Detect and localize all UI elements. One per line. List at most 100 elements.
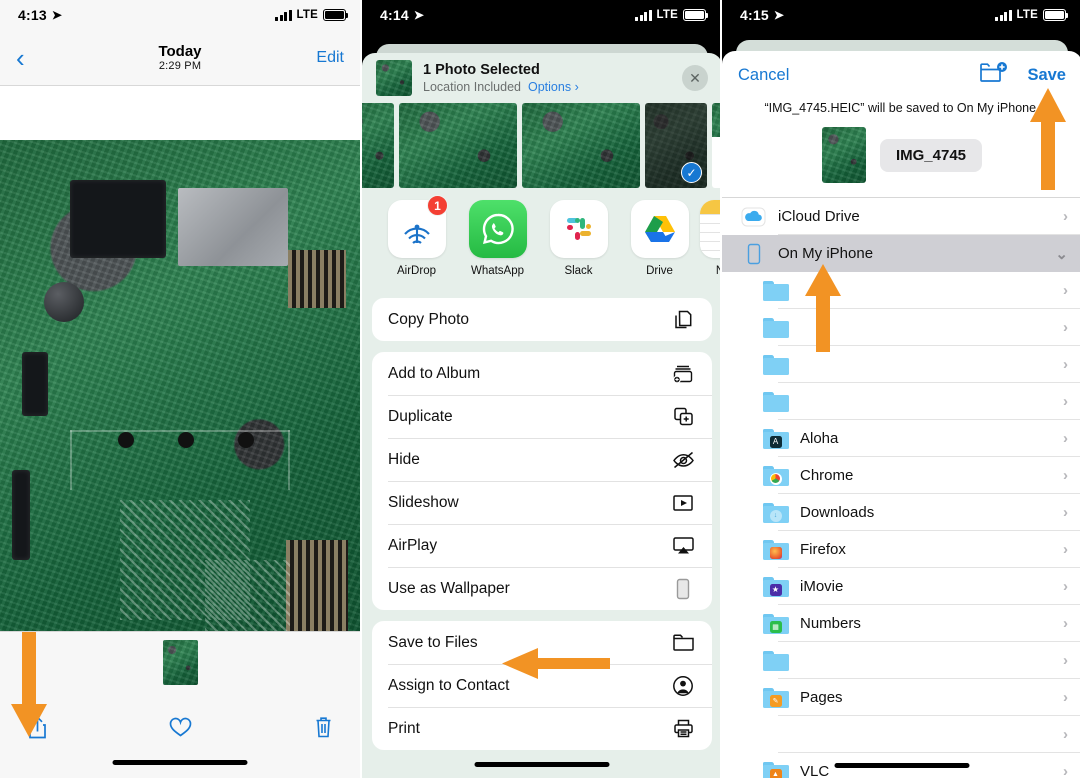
status-left: 4:15 ➤ [740,7,784,23]
photo-thumbnail-strip[interactable] [0,640,360,685]
share-sheet-header: 1 Photo Selected Location Included Optio… [362,53,720,103]
battery-icon [323,9,346,21]
action-use-as-wallpaper[interactable]: Use as Wallpaper [372,567,712,610]
notes-icon [700,200,720,258]
new-folder-icon[interactable] [979,61,1009,90]
location-arrow-icon: ➤ [414,8,424,22]
location-row-pages[interactable]: ✎ Pages › [722,679,1080,716]
chevron-down-icon: ⌄ [1055,245,1068,263]
share-sheet-text: 1 Photo Selected Location Included Optio… [423,61,671,95]
location-row-folder[interactable]: › [722,642,1080,679]
signal-bars-icon [635,10,652,21]
action-hide[interactable]: Hide [372,438,712,481]
location-row-folder[interactable]: › [722,346,1080,383]
printer-icon [670,716,696,742]
location-row-imovie[interactable]: ★ iMovie › [722,568,1080,605]
location-row-folder[interactable]: › [722,383,1080,420]
location-row-icloud-drive[interactable]: iCloud Drive › [722,198,1080,235]
location-row-downloads[interactable]: ↓ Downloads › [722,494,1080,531]
airplay-icon [670,533,696,559]
location-label: Chrome [800,467,1063,484]
save-button[interactable]: Save [1027,66,1066,85]
share-app-whatsapp[interactable]: WhatsApp [457,200,538,298]
status-bar: 4:15 ➤ LTE [722,0,1080,30]
location-label: Numbers [800,615,1063,632]
location-row-folder[interactable]: › [722,716,1080,753]
heart-icon[interactable] [163,710,197,744]
options-button[interactable]: Options › [528,79,579,95]
share-app-airdrop[interactable]: 1 AirDrop [376,200,457,298]
location-row-firefox[interactable]: Firefox › [722,531,1080,568]
share-app-slack[interactable]: Slack [538,200,619,298]
copy-icon [670,307,696,333]
carousel-photo[interactable] [399,103,517,188]
photo-circuit-board [0,140,360,631]
home-indicator [475,762,610,767]
trash-icon[interactable] [306,710,340,744]
status-right: LTE [275,9,346,21]
panel-save-to-files: 4:15 ➤ LTE Cancel [720,0,1080,778]
annotation-arrow-down-share [8,632,48,747]
action-duplicate[interactable]: Duplicate [372,395,712,438]
action-label: Add to Album [388,365,480,383]
app-label: Drive [619,265,700,277]
action-label: Save to Files [388,634,478,652]
share-app-notes[interactable]: N [700,200,720,298]
status-time: 4:15 [740,7,769,23]
location-arrow-icon: ➤ [774,8,784,22]
location-row-folder[interactable]: › [722,309,1080,346]
photo-carousel[interactable]: ✓ [362,103,720,188]
action-copy-photo[interactable]: Copy Photo [372,298,712,341]
folder-plain-icon [762,314,789,341]
panel-share-sheet: 4:14 ➤ LTE 1 Photo Selected Location Inc… [360,0,720,778]
action-label: Hide [388,451,420,469]
annotation-arrow-left-save-to-files [498,646,610,687]
chevron-right-icon: › [1063,208,1068,225]
photo-thumbnail[interactable] [163,640,198,685]
location-row-aloha[interactable]: A Aloha › [722,420,1080,457]
edit-button[interactable]: Edit [316,49,344,67]
action-add-to-album[interactable]: Add to Album [372,352,712,395]
chevron-left-icon[interactable]: ‹ [16,45,46,71]
action-print[interactable]: Print [372,707,712,750]
carousel-photo[interactable] [362,103,394,188]
location-row-on-my-iphone[interactable]: On My iPhone ⌄ [722,235,1080,272]
location-label: iMovie [800,578,1063,595]
home-indicator [835,763,970,768]
whatsapp-icon [469,200,527,258]
photo-viewer[interactable] [0,86,360,631]
carrier-label: LTE [297,9,318,21]
close-x-icon[interactable]: ✕ [682,65,708,91]
file-name-field[interactable]: IMG_4745 [880,139,982,172]
location-row-chrome[interactable]: Chrome › [722,457,1080,494]
status-right: LTE [995,9,1066,21]
location-row-numbers[interactable]: ▦ Numbers › [722,605,1080,642]
chevron-right-icon: › [1063,763,1068,778]
chevron-right-icon: › [1063,430,1068,447]
selected-photo-thumbnail[interactable] [376,60,412,96]
carousel-photo[interactable] [712,103,720,188]
page-subtitle: 2:29 PM [0,60,360,72]
file-thumbnail [822,127,866,183]
action-slideshow[interactable]: Slideshow [372,481,712,524]
carousel-photo[interactable] [522,103,640,188]
location-row-folder[interactable]: › [722,272,1080,309]
folder-imovie-icon: ★ [762,573,789,600]
cancel-button[interactable]: Cancel [738,66,789,85]
folder-pages-icon: ✎ [762,684,789,711]
status-bar: 4:14 ➤ LTE [362,0,720,30]
panel-photos-app: 4:13 ➤ LTE ‹ Today 2:29 PM Edit [0,0,360,778]
app-label: N [700,265,720,277]
navbar-title-block: Today 2:29 PM [0,43,360,72]
slack-icon [550,200,608,258]
carousel-photo-selected[interactable]: ✓ [645,103,707,188]
action-airplay[interactable]: AirPlay [372,524,712,567]
share-action-group-1: Copy Photo [372,298,712,341]
carrier-label: LTE [657,9,678,21]
signal-bars-icon [995,10,1012,21]
location-included-label: Location Included [423,79,521,95]
chevron-right-icon: › [1063,319,1068,336]
chevron-right-icon: › [1063,578,1068,595]
chevron-right-icon: › [1063,356,1068,373]
share-app-drive[interactable]: Drive [619,200,700,298]
